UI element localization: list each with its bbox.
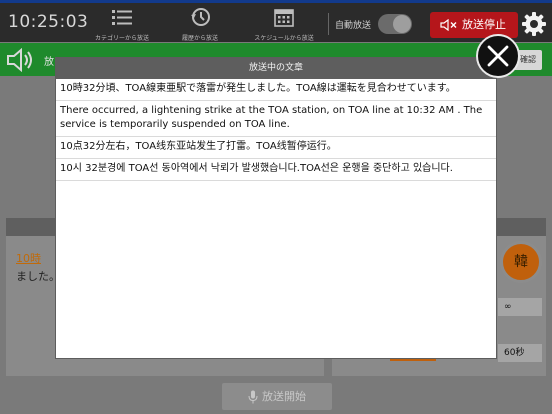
toggle-knob — [393, 15, 411, 33]
tab-schedule-broadcast[interactable]: スケジュールから放送 — [238, 7, 330, 43]
tab-label: スケジュールから放送 — [254, 35, 314, 42]
message-japanese: 10時32分頃、TOA線東亜駅で落雷が発生しました。TOA線は運転を見合わせてい… — [56, 79, 496, 101]
divider — [328, 13, 329, 35]
gear-icon[interactable] — [521, 11, 547, 37]
microphone-icon — [248, 390, 258, 404]
start-broadcast-label: 放送開始 — [262, 390, 306, 403]
interval-field[interactable]: 60秒 — [498, 344, 542, 362]
auto-broadcast-toggle[interactable] — [378, 14, 412, 34]
tab-label: 履歴から放送 — [181, 35, 218, 42]
history-icon — [191, 8, 210, 26]
speaker-mute-icon — [440, 19, 457, 31]
now-broadcasting-dialog: 放送中の文章 10時32分頃、TOA線東亜駅で落雷が発生しました。TOA線は運転… — [55, 57, 497, 359]
broadcast-status-text: 放 — [44, 57, 54, 68]
message-english: There occurred, a lightening strike at t… — [56, 101, 496, 137]
message-text: ました。 — [16, 270, 60, 283]
speaker-icon — [7, 48, 32, 72]
calendar-icon — [274, 9, 294, 27]
language-korean-button[interactable]: 韓 — [500, 241, 542, 283]
tab-history-broadcast[interactable]: 履歴から放送 — [154, 7, 246, 43]
repeat-count-field[interactable]: ∞ — [498, 298, 542, 316]
start-broadcast-button[interactable]: 放送開始 — [222, 383, 332, 410]
close-dialog-button[interactable] — [476, 34, 520, 78]
close-icon — [487, 45, 509, 67]
stop-broadcast-label: 放送停止 — [462, 18, 506, 31]
message-korean: 10시 32분경에 TOA선 동아역에서 낙뢰가 발생했습니다.TOA선은 운행… — [56, 159, 496, 181]
message-link[interactable]: 10時 — [16, 250, 41, 266]
top-bar: 10:25:03 カテゴリーから放送 履歴から放送 スケジュールから放送 自動放… — [0, 0, 552, 47]
list-icon — [112, 10, 132, 25]
dialog-title: 放送中の文章 — [56, 58, 496, 79]
auto-broadcast-label: 自動放送 — [335, 21, 372, 31]
message-chinese: 10点32分左右，TOA线东亚站发生了打雷。TOA线暂停运行。 — [56, 137, 496, 159]
